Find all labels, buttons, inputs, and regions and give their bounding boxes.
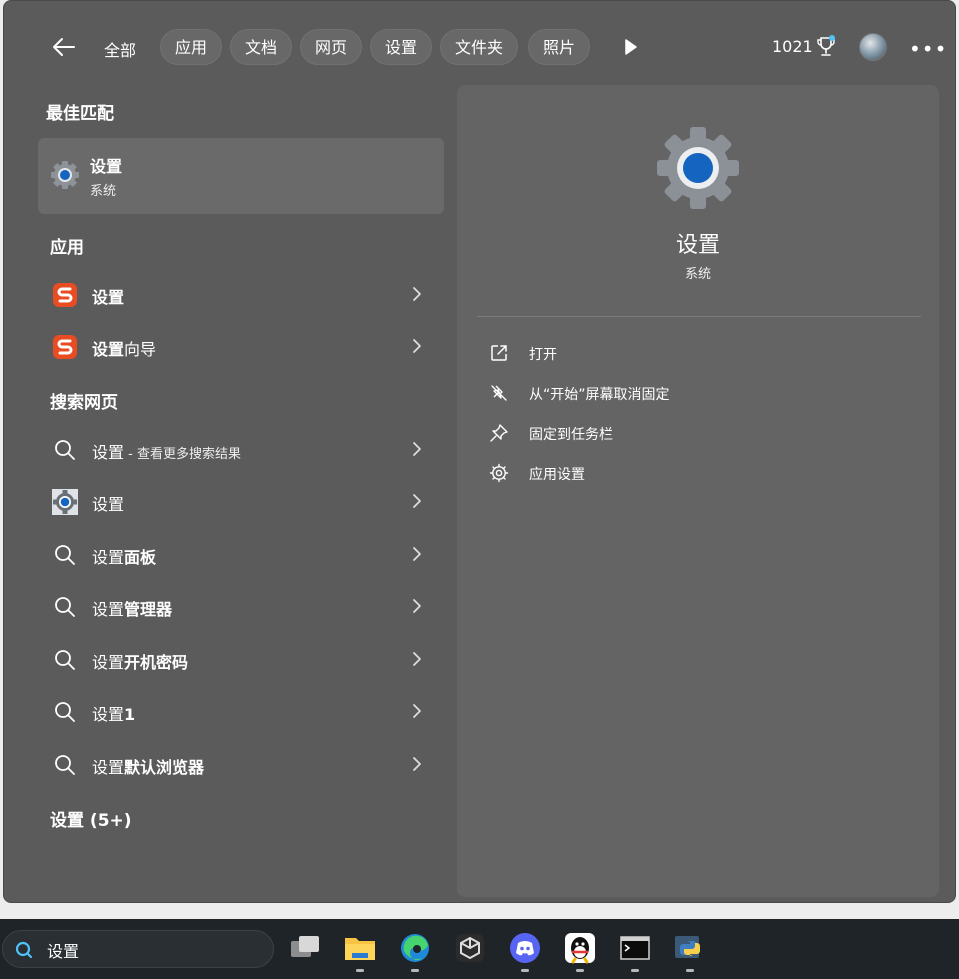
unpin-icon: [491, 385, 507, 401]
app-result-row[interactable]: 设置向导: [38, 323, 444, 371]
chevron-right-icon: [413, 757, 421, 771]
filter-bar: 全部 应用 文档 网页 设置 文件夹 照片 1021 •••: [4, 23, 955, 73]
filter-chip-photos[interactable]: 照片: [528, 29, 591, 65]
file-explorer-icon[interactable]: [343, 931, 377, 972]
filter-chip-folders[interactable]: 文件夹: [440, 29, 519, 65]
filter-chip-documents[interactable]: 文档: [230, 29, 293, 65]
chevron-right-icon: [413, 339, 421, 353]
filter-all[interactable]: 全部: [104, 37, 136, 61]
web-result-row[interactable]: 设置默认浏览器: [38, 741, 444, 789]
search-icon: [15, 941, 33, 959]
chevron-right-icon: [413, 494, 421, 508]
divider: [477, 316, 921, 317]
search-input[interactable]: [45, 938, 249, 962]
detail-subtitle: 系统: [684, 267, 711, 282]
chevron-right-icon: [413, 442, 421, 456]
search-panel: 全部 应用 文档 网页 设置 文件夹 照片 1021 ••• 最佳匹配 设置 系…: [3, 0, 956, 903]
discord-icon[interactable]: [508, 931, 542, 972]
web-search-heading: 搜索网页: [50, 393, 118, 413]
taskbar: [0, 919, 959, 979]
web-result-label: 设置面板: [92, 548, 157, 567]
web-result-row[interactable]: 设置: [38, 478, 444, 526]
sogou-app-icon: [53, 335, 77, 359]
terminal-icon[interactable]: [618, 931, 652, 972]
gear-icon: [489, 463, 509, 483]
chevron-right-icon: [413, 704, 421, 718]
settings-gear-icon: [657, 127, 739, 209]
web-result-label: 设置1: [92, 705, 136, 724]
search-icon: [55, 597, 75, 617]
task-view-icon[interactable]: [288, 931, 322, 965]
web-result-row[interactable]: 设置 - 查看更多搜索结果: [38, 426, 444, 474]
user-avatar[interactable]: [859, 33, 887, 61]
action-label: 固定到任务栏: [529, 427, 613, 443]
settings-gear-icon: [52, 489, 78, 515]
action-label: 打开: [529, 347, 557, 363]
web-result-row[interactable]: 设置面板: [38, 531, 444, 579]
best-match-subtitle: 系统: [90, 184, 117, 199]
apps-heading: 应用: [50, 238, 84, 258]
open-external-icon: [491, 345, 507, 361]
chevron-right-icon: [413, 547, 421, 561]
python-icon[interactable]: [673, 931, 707, 972]
web-result-label: 设置管理器: [92, 600, 173, 619]
chevron-right-icon: [413, 652, 421, 666]
sogou-app-icon: [53, 283, 77, 307]
web-result-row[interactable]: 设置1: [38, 688, 444, 736]
web-result-row[interactable]: 设置开机密码: [38, 636, 444, 684]
notification-dot: [829, 35, 835, 41]
detail-pane: 设置 系统 打开 从“开始”屏幕取消固定 固定到任务栏 应用设置: [457, 85, 939, 897]
detail-title: 设置: [675, 233, 720, 258]
web-result-label: 设置开机密码: [92, 653, 189, 672]
chevron-right-icon: [413, 287, 421, 301]
app-result-label: 设置: [92, 288, 125, 307]
search-icon: [55, 755, 75, 775]
web-result-label: 设置默认浏览器: [92, 758, 205, 777]
app-result-label: 设置向导: [92, 340, 157, 359]
chevron-right-icon: [413, 599, 421, 613]
app-result-row[interactable]: 设置: [38, 271, 444, 319]
more-filters-play-icon[interactable]: [619, 36, 641, 58]
filter-chip-web[interactable]: 网页: [300, 29, 363, 65]
action-label: 应用设置: [529, 467, 585, 483]
settings-gear-icon: [51, 161, 79, 189]
back-arrow-icon[interactable]: [48, 31, 80, 63]
filter-chip-apps[interactable]: 应用: [160, 29, 223, 65]
best-match-item[interactable]: 设置 系统: [38, 138, 444, 214]
search-icon: [55, 440, 75, 460]
pin-icon: [490, 424, 508, 442]
action-label: 从“开始”屏幕取消固定: [529, 387, 670, 403]
search-icon: [55, 702, 75, 722]
taskbar-search-box[interactable]: [2, 930, 274, 968]
search-icon: [55, 545, 75, 565]
web-result-label: 设置 - 查看更多搜索结果: [92, 443, 241, 462]
more-options-icon[interactable]: •••: [909, 37, 947, 61]
web-result-row[interactable]: 设置管理器: [38, 583, 444, 631]
settings-more-heading[interactable]: 设置 (5+): [50, 806, 132, 831]
web-result-label: 设置: [92, 495, 125, 514]
filter-chip-settings[interactable]: 设置: [370, 29, 433, 65]
qq-icon[interactable]: [563, 931, 597, 972]
best-match-title: 设置: [90, 157, 123, 176]
edge-browser-icon[interactable]: [398, 931, 432, 972]
search-icon: [55, 650, 75, 670]
best-match-heading: 最佳匹配: [46, 104, 114, 124]
rewards-points[interactable]: 1021: [772, 37, 813, 56]
unity-app-icon[interactable]: [453, 931, 487, 965]
